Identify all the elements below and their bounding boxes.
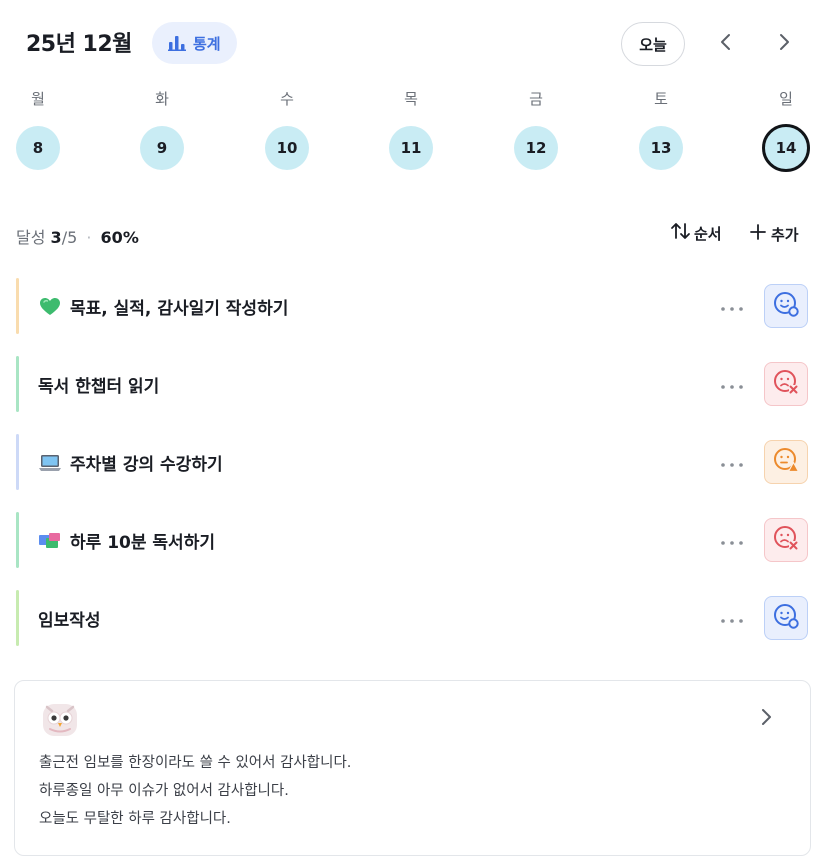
more-options-button[interactable] bbox=[716, 528, 748, 552]
task-item: 임보작성 bbox=[16, 590, 811, 646]
sad-x-icon bbox=[772, 524, 800, 556]
green-heart-icon bbox=[38, 296, 62, 318]
task-title-text: 목표, 실적, 감사일기 작성하기 bbox=[70, 299, 289, 319]
task-color-bar bbox=[16, 434, 19, 490]
more-options-button[interactable] bbox=[716, 606, 748, 630]
achievement-total: /5 bbox=[61, 228, 78, 247]
chevron-right-icon bbox=[759, 707, 773, 731]
summary-separator: · bbox=[86, 228, 92, 247]
task-status-button[interactable] bbox=[764, 284, 808, 328]
gratitude-line: 하루종일 아무 이슈가 없어서 감사합니다. bbox=[39, 783, 289, 799]
more-options-button[interactable] bbox=[716, 450, 748, 474]
meh-warning-icon bbox=[772, 446, 800, 478]
chevron-left-icon bbox=[719, 33, 733, 55]
weekday-label: 화 bbox=[155, 90, 169, 108]
date-circle: 10 bbox=[265, 126, 309, 170]
task-title-text: 하루 10분 독서하기 bbox=[70, 533, 215, 553]
sort-order-button[interactable]: 순서 bbox=[670, 222, 722, 244]
date-circle-selected: 14 bbox=[762, 124, 810, 172]
task-status-button[interactable] bbox=[764, 518, 808, 562]
chevron-right-icon bbox=[777, 33, 791, 55]
task-color-bar bbox=[16, 278, 19, 334]
add-task-button[interactable]: 추가 bbox=[748, 222, 799, 246]
plus-icon bbox=[748, 222, 768, 246]
sort-order-label: 순서 bbox=[694, 224, 722, 243]
task-title-text: 임보작성 bbox=[38, 611, 101, 631]
task-title[interactable]: 주차별 강의 수강하기 bbox=[38, 450, 223, 475]
more-dots-icon bbox=[720, 453, 744, 472]
day-sunday[interactable]: 일 14 bbox=[756, 86, 816, 176]
task-item: 목표, 실적, 감사일기 작성하기 bbox=[16, 278, 811, 334]
week-strip: 월 8 화 9 수 10 목 11 금 12 토 13 일 14 bbox=[0, 86, 827, 176]
calendar-header: 25년 12월 통계 오늘 bbox=[0, 0, 827, 80]
weekday-label: 토 bbox=[654, 90, 668, 108]
achievement-done: 3 bbox=[50, 228, 62, 247]
gratitude-journal-card[interactable]: 출근전 임보를 한장이라도 쓸 수 있어서 감사합니다. 하루종일 아무 이슈가… bbox=[14, 680, 811, 856]
stats-label: 통계 bbox=[193, 34, 221, 53]
laptop-icon bbox=[38, 452, 62, 474]
add-task-label: 추가 bbox=[771, 225, 799, 244]
task-color-bar bbox=[16, 590, 19, 646]
day-thursday[interactable]: 목 11 bbox=[381, 86, 441, 176]
gratitude-line: 출근전 임보를 한장이라도 쓸 수 있어서 감사합니다. bbox=[39, 755, 352, 771]
task-title[interactable]: 하루 10분 독서하기 bbox=[38, 528, 215, 553]
day-wednesday[interactable]: 수 10 bbox=[257, 86, 317, 176]
gratitude-entries: 출근전 임보를 한장이라도 쓸 수 있어서 감사합니다. 하루종일 아무 이슈가… bbox=[39, 749, 351, 833]
task-status-button[interactable] bbox=[764, 440, 808, 484]
achievement-label: 달성 bbox=[16, 228, 46, 247]
task-title[interactable]: 임보작성 bbox=[38, 606, 101, 631]
more-dots-icon bbox=[720, 375, 744, 394]
sort-arrows-icon bbox=[670, 222, 692, 244]
owl-icon bbox=[41, 701, 79, 739]
task-color-bar bbox=[16, 512, 19, 568]
task-item: 독서 한챕터 읽기 bbox=[16, 356, 811, 412]
sad-x-icon bbox=[772, 368, 800, 400]
weekday-label: 목 bbox=[404, 90, 418, 108]
today-button[interactable]: 오늘 bbox=[621, 22, 685, 66]
more-dots-icon bbox=[720, 609, 744, 628]
next-week-button[interactable] bbox=[766, 26, 802, 62]
more-options-button[interactable] bbox=[716, 372, 748, 396]
task-title[interactable]: 독서 한챕터 읽기 bbox=[38, 372, 159, 397]
stats-button[interactable]: 통계 bbox=[152, 22, 237, 64]
date-circle: 12 bbox=[514, 126, 558, 170]
books-icon bbox=[38, 530, 62, 552]
task-title-text: 주차별 강의 수강하기 bbox=[70, 455, 223, 475]
day-monday[interactable]: 월 8 bbox=[8, 86, 68, 176]
achievement-percent: 60% bbox=[100, 228, 139, 247]
task-item: 주차별 강의 수강하기 bbox=[16, 434, 811, 490]
summary-bar: 달성 3/5 · 60% 순서 추가 bbox=[16, 218, 811, 250]
date-circle: 8 bbox=[16, 126, 60, 170]
weekday-label: 월 bbox=[31, 90, 45, 108]
bar-chart-icon bbox=[168, 35, 186, 51]
smile-check-icon bbox=[772, 290, 800, 322]
achievement-summary: 달성 3/5 · 60% bbox=[16, 224, 139, 248]
task-color-bar bbox=[16, 356, 19, 412]
day-saturday[interactable]: 토 13 bbox=[631, 86, 691, 176]
date-circle: 9 bbox=[140, 126, 184, 170]
day-tuesday[interactable]: 화 9 bbox=[132, 86, 192, 176]
task-item: 하루 10분 독서하기 bbox=[16, 512, 811, 568]
month-title: 25년 12월 bbox=[26, 32, 132, 57]
date-circle: 11 bbox=[389, 126, 433, 170]
weekday-label: 수 bbox=[280, 90, 294, 108]
prev-week-button[interactable] bbox=[708, 26, 744, 62]
task-status-button[interactable] bbox=[764, 596, 808, 640]
day-friday[interactable]: 금 12 bbox=[506, 86, 566, 176]
date-circle: 13 bbox=[639, 126, 683, 170]
task-title[interactable]: 목표, 실적, 감사일기 작성하기 bbox=[38, 294, 288, 319]
more-dots-icon bbox=[720, 531, 744, 550]
task-status-button[interactable] bbox=[764, 362, 808, 406]
task-title-text: 독서 한챕터 읽기 bbox=[38, 377, 160, 397]
gratitude-line: 오늘도 무탈한 하루 감사합니다. bbox=[39, 811, 231, 827]
more-dots-icon bbox=[720, 297, 744, 316]
more-options-button[interactable] bbox=[716, 294, 748, 318]
weekday-label: 금 bbox=[529, 90, 543, 108]
smile-check-icon bbox=[772, 602, 800, 634]
weekday-label: 일 bbox=[779, 90, 793, 108]
